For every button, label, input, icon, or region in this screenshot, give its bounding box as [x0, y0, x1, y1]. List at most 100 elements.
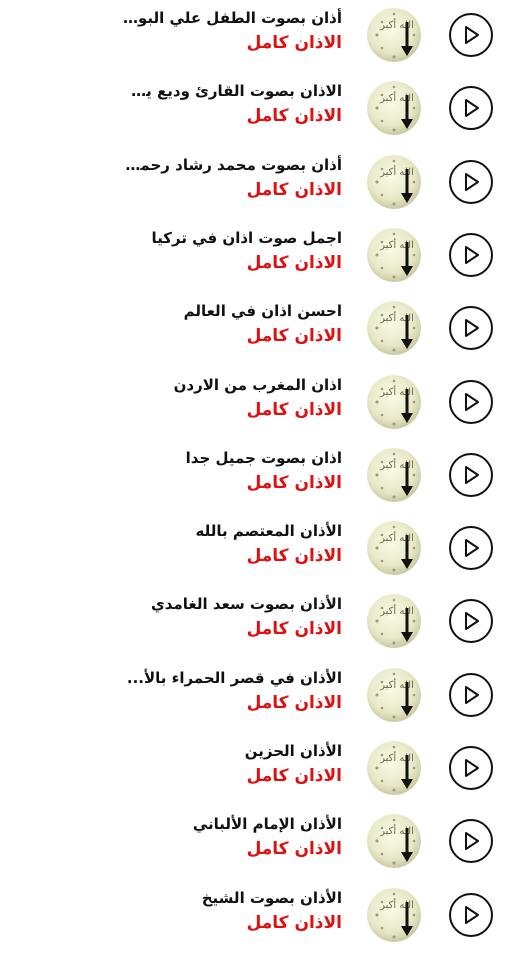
- clock-thumbnail-icon: الله أكبر: [367, 887, 421, 942]
- svg-text:الله أكبر: الله أكبر: [379, 91, 414, 104]
- item-subtitle: الاذان كامل: [246, 33, 342, 53]
- svg-text:الله أكبر: الله أكبر: [379, 18, 414, 31]
- item-subtitle: الاذان كامل: [246, 252, 342, 273]
- item-text: احسن اذان في العالم الاذان كامل: [122, 301, 342, 348]
- item-text: الاذان بصوت القارئ وديع يمنى الاذان كامل: [122, 81, 342, 128]
- clock-thumbnail-icon: الله أكبر: [367, 81, 421, 136]
- play-button[interactable]: [449, 819, 493, 864]
- list-item[interactable]: الأذان بصوت الشيخ الاذان كامل الله أكبر: [0, 880, 507, 953]
- item-text: الأذان المعتصم بالله الاذان كامل: [122, 521, 342, 568]
- play-button[interactable]: [449, 159, 493, 204]
- play-button[interactable]: [449, 746, 493, 790]
- play-button[interactable]: [449, 306, 493, 351]
- svg-text:الله أكبر: الله أكبر: [379, 824, 414, 837]
- play-button[interactable]: [449, 232, 493, 277]
- list-item[interactable]: الأذان الإمام الألباني الاذان كامل الله …: [0, 806, 507, 879]
- list-item[interactable]: الأذان المعتصم بالله الاذان كامل الله أك…: [0, 513, 507, 586]
- list-item[interactable]: الأذان الحزين الاذان كامل الله أكبر: [0, 733, 507, 806]
- play-icon: [465, 99, 479, 118]
- play-icon: [465, 392, 479, 411]
- item-subtitle: الاذان كامل: [246, 546, 342, 567]
- play-icon: [465, 539, 479, 558]
- item-subtitle: الاذان كامل: [246, 839, 342, 860]
- list-item[interactable]: الأذان بصوت سعد الغامدي الاذان كامل الله…: [0, 586, 507, 659]
- item-text: أذان بصوت الطفل علي البوا... الاذان كامل: [122, 8, 342, 55]
- clock-thumbnail-icon: الله أكبر: [367, 447, 421, 502]
- item-subtitle: الاذان كامل: [246, 399, 342, 420]
- play-button[interactable]: [449, 599, 493, 644]
- play-button[interactable]: [449, 13, 493, 57]
- list-item[interactable]: اذان بصوت جميل جدا الاذان كامل الله أكبر: [0, 440, 507, 513]
- clock-thumbnail-icon: الله أكبر: [367, 301, 421, 356]
- play-icon: [465, 319, 479, 338]
- clock-thumbnail-icon: الله أكبر: [367, 667, 421, 722]
- item-title: الأذان بصوت الشيخ: [201, 888, 342, 907]
- list-item[interactable]: الاذان بصوت القارئ وديع يمنى الاذان كامل…: [0, 73, 507, 146]
- item-text: اذان بصوت جميل جدا الاذان كامل: [122, 448, 342, 495]
- clock-thumbnail-icon: الله أكبر: [367, 741, 421, 795]
- item-title: أذان بصوت الطفل علي البوا...: [122, 9, 342, 27]
- list-item[interactable]: احسن اذان في العالم الاذان كامل الله أكب…: [0, 293, 507, 366]
- item-subtitle: الاذان كامل: [246, 692, 342, 713]
- item-text: الأذان بصوت الشيخ الاذان كامل: [122, 888, 342, 935]
- svg-text:الله أكبر: الله أكبر: [379, 751, 414, 764]
- svg-text:الله أكبر: الله أكبر: [379, 311, 414, 324]
- svg-text:الله أكبر: الله أكبر: [379, 165, 414, 178]
- item-subtitle: الاذان كامل: [246, 106, 342, 127]
- item-text: الأذان الإمام الألباني الاذان كامل: [122, 814, 342, 861]
- svg-text:الله أكبر: الله أكبر: [379, 385, 414, 398]
- item-title: اجمل صوت اذان في تركيا: [151, 228, 342, 247]
- play-button[interactable]: [449, 892, 493, 937]
- play-icon: [465, 832, 479, 851]
- item-title: الأذان الحزين: [244, 742, 342, 760]
- item-title: اذان المغرب من الاردن: [173, 375, 342, 394]
- item-text: اذان المغرب من الاردن الاذان كامل: [122, 375, 342, 422]
- item-title: الاذان بصوت القارئ وديع يمنى: [122, 82, 342, 101]
- clock-thumbnail-icon: الله أكبر: [367, 154, 421, 209]
- item-subtitle: الاذان كامل: [246, 766, 342, 786]
- svg-text:الله أكبر: الله أكبر: [379, 678, 414, 691]
- play-button[interactable]: [449, 86, 493, 131]
- list-item[interactable]: اذان المغرب من الاردن الاذان كامل الله أ…: [0, 367, 507, 440]
- play-button[interactable]: [449, 452, 493, 497]
- play-icon: [465, 759, 479, 777]
- play-icon: [465, 26, 479, 44]
- list-item[interactable]: أذان بصوت محمد رشاد رحمه... الاذان كامل …: [0, 147, 507, 220]
- svg-text:الله أكبر: الله أكبر: [379, 238, 414, 251]
- play-icon: [465, 612, 479, 631]
- item-title: أذان بصوت محمد رشاد رحمه...: [122, 155, 342, 174]
- play-button[interactable]: [449, 379, 493, 424]
- clock-thumbnail-icon: الله أكبر: [367, 814, 421, 869]
- item-title: الأذان في قصر الحمراء بالأ...: [126, 668, 342, 687]
- item-text: الأذان الحزين الاذان كامل: [122, 741, 342, 788]
- list-item[interactable]: الأذان في قصر الحمراء بالأ... الاذان كام…: [0, 660, 507, 733]
- item-text: الأذان في قصر الحمراء بالأ... الاذان كام…: [122, 668, 342, 715]
- play-button[interactable]: [449, 526, 493, 571]
- item-title: الأذان المعتصم بالله: [195, 522, 342, 541]
- play-icon: [465, 905, 479, 924]
- svg-text:الله أكبر: الله أكبر: [379, 531, 414, 544]
- item-subtitle: الاذان كامل: [246, 619, 342, 640]
- item-subtitle: الاذان كامل: [246, 179, 342, 200]
- list-item[interactable]: اجمل صوت اذان في تركيا الاذان كامل الله …: [0, 220, 507, 293]
- clock-thumbnail-icon: الله أكبر: [367, 227, 421, 282]
- clock-thumbnail-icon: الله أكبر: [367, 521, 421, 576]
- item-title: الأذان الإمام الألباني: [192, 815, 342, 834]
- item-title: اذان بصوت جميل جدا: [185, 448, 342, 467]
- item-subtitle: الاذان كامل: [246, 912, 342, 933]
- clock-thumbnail-icon: الله أكبر: [367, 374, 421, 429]
- item-text: اجمل صوت اذان في تركيا الاذان كامل: [122, 228, 342, 275]
- play-icon: [465, 172, 479, 191]
- item-text: أذان بصوت محمد رشاد رحمه... الاذان كامل: [122, 155, 342, 202]
- svg-text:الله أكبر: الله أكبر: [379, 604, 414, 617]
- list-item[interactable]: أذان بصوت الطفل علي البوا... الاذان كامل…: [0, 0, 507, 73]
- item-subtitle: الاذان كامل: [246, 472, 342, 493]
- item-text: الأذان بصوت سعد الغامدي الاذان كامل: [122, 594, 342, 641]
- clock-thumbnail-icon: الله أكبر: [367, 594, 421, 649]
- item-subtitle: الاذان كامل: [246, 326, 342, 347]
- play-icon: [465, 465, 479, 484]
- play-icon: [465, 685, 479, 704]
- svg-text:الله أكبر: الله أكبر: [379, 458, 414, 471]
- clock-thumbnail-icon: الله أكبر: [367, 8, 421, 62]
- play-button[interactable]: [449, 672, 493, 717]
